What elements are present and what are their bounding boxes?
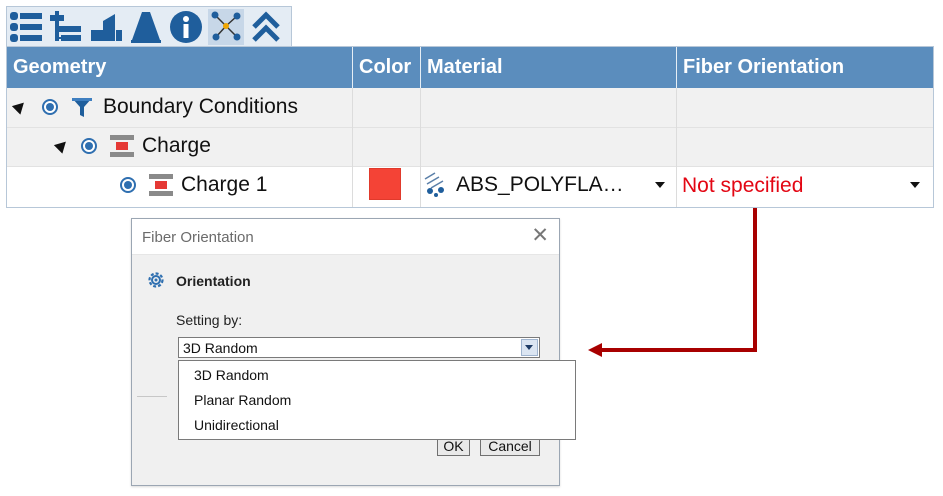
setting-by-label: Setting by:: [176, 312, 243, 328]
tree-view-button[interactable]: [48, 9, 84, 45]
callout-arrow-line: [753, 208, 757, 351]
network-button[interactable]: [208, 8, 244, 45]
setting-by-select[interactable]: 3D Random: [178, 337, 540, 358]
collapse-button[interactable]: [248, 9, 284, 45]
funnel-icon: [72, 98, 92, 117]
charge-icon: [149, 174, 173, 196]
tree-label-charge-1: Charge 1: [181, 173, 268, 196]
color-swatch[interactable]: [369, 168, 401, 200]
chevron-down-icon[interactable]: [521, 339, 538, 356]
column-header-material[interactable]: Material: [421, 47, 676, 88]
tree-icon: [50, 10, 81, 41]
chevron-down-icon[interactable]: [655, 182, 665, 188]
visibility-radio[interactable]: [120, 177, 136, 193]
list-view-button[interactable]: [8, 9, 44, 45]
dropdown-option[interactable]: 3D Random: [194, 367, 269, 383]
network-icon: [211, 11, 241, 40]
material-value[interactable]: ABS_POLYFLA…: [456, 173, 624, 197]
tree-label-charge: Charge: [142, 134, 211, 157]
stairs-icon: [91, 13, 122, 41]
callout-arrow-line: [598, 348, 757, 352]
visibility-radio[interactable]: [81, 138, 97, 154]
info-button[interactable]: [168, 9, 204, 45]
cone-icon: [131, 11, 161, 43]
fiber-orientation-value[interactable]: Not specified: [682, 174, 803, 198]
visibility-radio[interactable]: [42, 99, 58, 115]
close-icon[interactable]: ✕: [531, 225, 549, 247]
info-icon: [170, 10, 202, 43]
column-header-geometry[interactable]: Geometry: [7, 47, 352, 88]
dropdown-option[interactable]: Planar Random: [194, 392, 291, 408]
tree-label-boundary-conditions: Boundary Conditions: [103, 95, 298, 118]
divider: [137, 396, 167, 397]
list-icon: [10, 11, 42, 42]
dropdown-option[interactable]: Unidirectional: [194, 417, 279, 433]
setting-by-dropdown-list: 3D Random Planar Random Unidirectional: [178, 360, 576, 440]
fiber-orientation-dialog: Fiber Orientation ✕ Orientation Setting …: [131, 218, 560, 486]
charge-group-icon: [110, 135, 134, 157]
selected-value: 3D Random: [183, 340, 258, 356]
chevron-down-icon[interactable]: [910, 182, 920, 188]
collapse-up-icon: [252, 10, 280, 42]
column-header-color[interactable]: Color: [353, 47, 420, 88]
grid-header: Geometry Color Material Fiber Orientatio…: [7, 47, 933, 88]
toolbar: [6, 6, 292, 46]
dialog-title: Fiber Orientation: [142, 229, 254, 246]
dialog-title-bar: Fiber Orientation ✕: [132, 219, 559, 255]
material-icon: [424, 172, 444, 197]
stairs-button[interactable]: [88, 9, 124, 45]
gear-icon: [148, 272, 164, 288]
section-title: Orientation: [176, 273, 251, 289]
cone-button[interactable]: [128, 9, 164, 45]
column-header-fiber-orientation[interactable]: Fiber Orientation: [677, 47, 933, 88]
callout-arrow-head: [588, 343, 602, 357]
